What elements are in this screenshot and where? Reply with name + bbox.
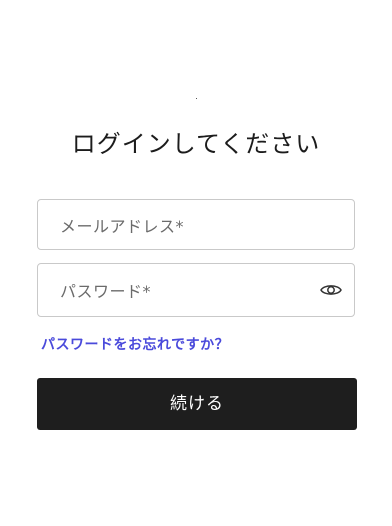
password-field[interactable]: パスワード* — [37, 263, 355, 317]
password-placeholder: パスワード* — [60, 282, 152, 301]
forgot-password-link[interactable]: パスワードをお忘れですか？ — [41, 334, 229, 354]
page-title: ログインしてください — [71, 130, 321, 158]
eye-icon[interactable] — [320, 282, 342, 298]
loading-dot — [196, 98, 197, 99]
continue-button[interactable]: 続ける — [37, 378, 357, 430]
email-field[interactable]: メールアドレス* — [37, 199, 355, 250]
email-placeholder: メールアドレス* — [60, 216, 185, 236]
